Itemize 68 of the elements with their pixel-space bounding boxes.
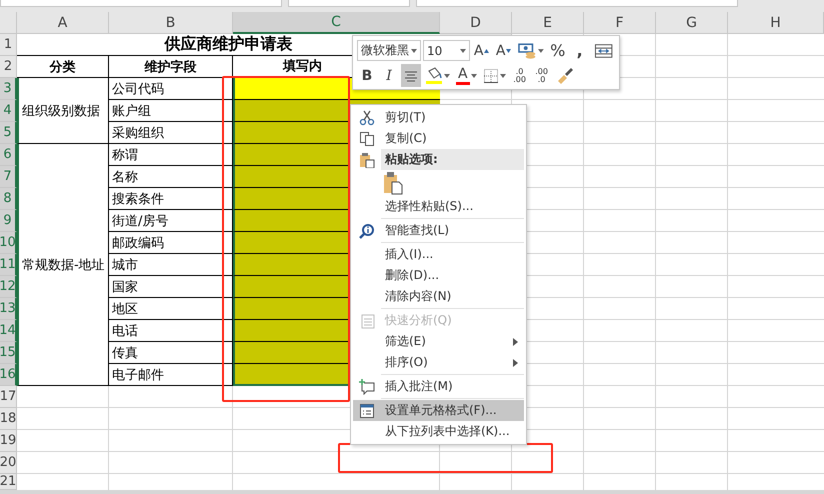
increase-decimal[interactable]: .0 .00	[510, 64, 530, 87]
table-cell: 组织级别数据	[17, 78, 109, 144]
row-header[interactable]: 11	[0, 254, 17, 276]
menu-item[interactable]: 排序(O)	[353, 352, 524, 373]
row-header[interactable]: 7	[0, 166, 17, 188]
table-cell: 电话	[109, 320, 233, 342]
table-cell: 传真	[109, 342, 233, 364]
percent-button[interactable]: %	[548, 39, 568, 62]
decrease-decimal[interactable]: .00 .0	[532, 64, 552, 87]
row-header[interactable]: 2	[0, 56, 17, 78]
column-header[interactable]: A	[17, 12, 109, 34]
row-header[interactable]: 6	[0, 144, 17, 166]
column-heading: 分类	[17, 56, 109, 78]
table-cell: 公司代码	[109, 78, 233, 100]
row-header[interactable]: 18	[0, 408, 17, 430]
menu-item[interactable]: 删除(D)...	[353, 265, 524, 286]
row-header[interactable]: 5	[0, 122, 17, 144]
menu-item[interactable]: 剪切(T)	[353, 107, 524, 128]
comma-button[interactable]: ,	[570, 39, 590, 62]
row-header[interactable]: 10	[0, 232, 17, 254]
row-header[interactable]: 21	[0, 474, 17, 490]
table-cell: 街道/房号	[109, 210, 233, 232]
increase-font-button[interactable]: A	[472, 39, 492, 62]
table-cell: 名称	[109, 166, 233, 188]
row-header[interactable]: 13	[0, 298, 17, 320]
row-header[interactable]: 8	[0, 188, 17, 210]
table-cell: 称谓	[109, 144, 233, 166]
table-cell: 邮政编码	[109, 232, 233, 254]
menu-item[interactable]: 设置单元格格式(F)...	[353, 400, 524, 421]
column-header[interactable]: B	[109, 12, 233, 34]
column-heading: 维护字段	[109, 56, 233, 78]
row-header[interactable]: 4	[0, 100, 17, 122]
column-header[interactable]: D	[440, 12, 512, 34]
row-header[interactable]: 16	[0, 364, 17, 386]
menu-item[interactable]: 筛选(E)	[353, 331, 524, 352]
menu-item[interactable]: 选择性粘贴(S)...	[353, 196, 524, 217]
row-header[interactable]: 20	[0, 452, 17, 474]
column-header[interactable]: H	[728, 12, 824, 34]
menu-item[interactable]: 智能查找(L)	[353, 220, 524, 241]
font-dropdown[interactable]: 微软雅黑	[357, 40, 421, 61]
table-cell: 账户组	[109, 100, 233, 122]
table-cell: 采购组织	[109, 122, 233, 144]
column-header[interactable]: G	[656, 12, 728, 34]
table-cell: 搜索条件	[109, 188, 233, 210]
row-header[interactable]: 3	[0, 78, 17, 100]
row-header[interactable]: 1	[0, 34, 17, 56]
table-cell: 地区	[109, 298, 233, 320]
table-cell: 城市	[109, 254, 233, 276]
menu-item[interactable]: 复制(C)	[353, 128, 524, 149]
table-cell: 电子邮件	[109, 364, 233, 386]
row-header[interactable]: 14	[0, 320, 17, 342]
font-color-button[interactable]: A	[454, 64, 479, 87]
row-header[interactable]: 15	[0, 342, 17, 364]
menu-item[interactable]: 插入批注(M)	[353, 376, 524, 397]
table-cell: 国家	[109, 276, 233, 298]
decrease-font-button[interactable]: A	[494, 39, 514, 62]
menu-item[interactable]: 从下拉列表中选择(K)...	[353, 421, 524, 442]
row-header[interactable]: 9	[0, 210, 17, 232]
column-header[interactable]: C	[233, 12, 440, 34]
font-size-dropdown[interactable]: 10	[423, 40, 470, 61]
row-header[interactable]: 19	[0, 430, 17, 452]
menu-item[interactable]: 插入(I)...	[353, 244, 524, 265]
menu-item[interactable]: 清除内容(N)	[353, 286, 524, 307]
table-cell: 常规数据-地址	[17, 144, 109, 386]
column-header[interactable]: F	[584, 12, 656, 34]
row-header[interactable]: 17	[0, 386, 17, 408]
column-header[interactable]: E	[512, 12, 584, 34]
row-header[interactable]: 12	[0, 276, 17, 298]
